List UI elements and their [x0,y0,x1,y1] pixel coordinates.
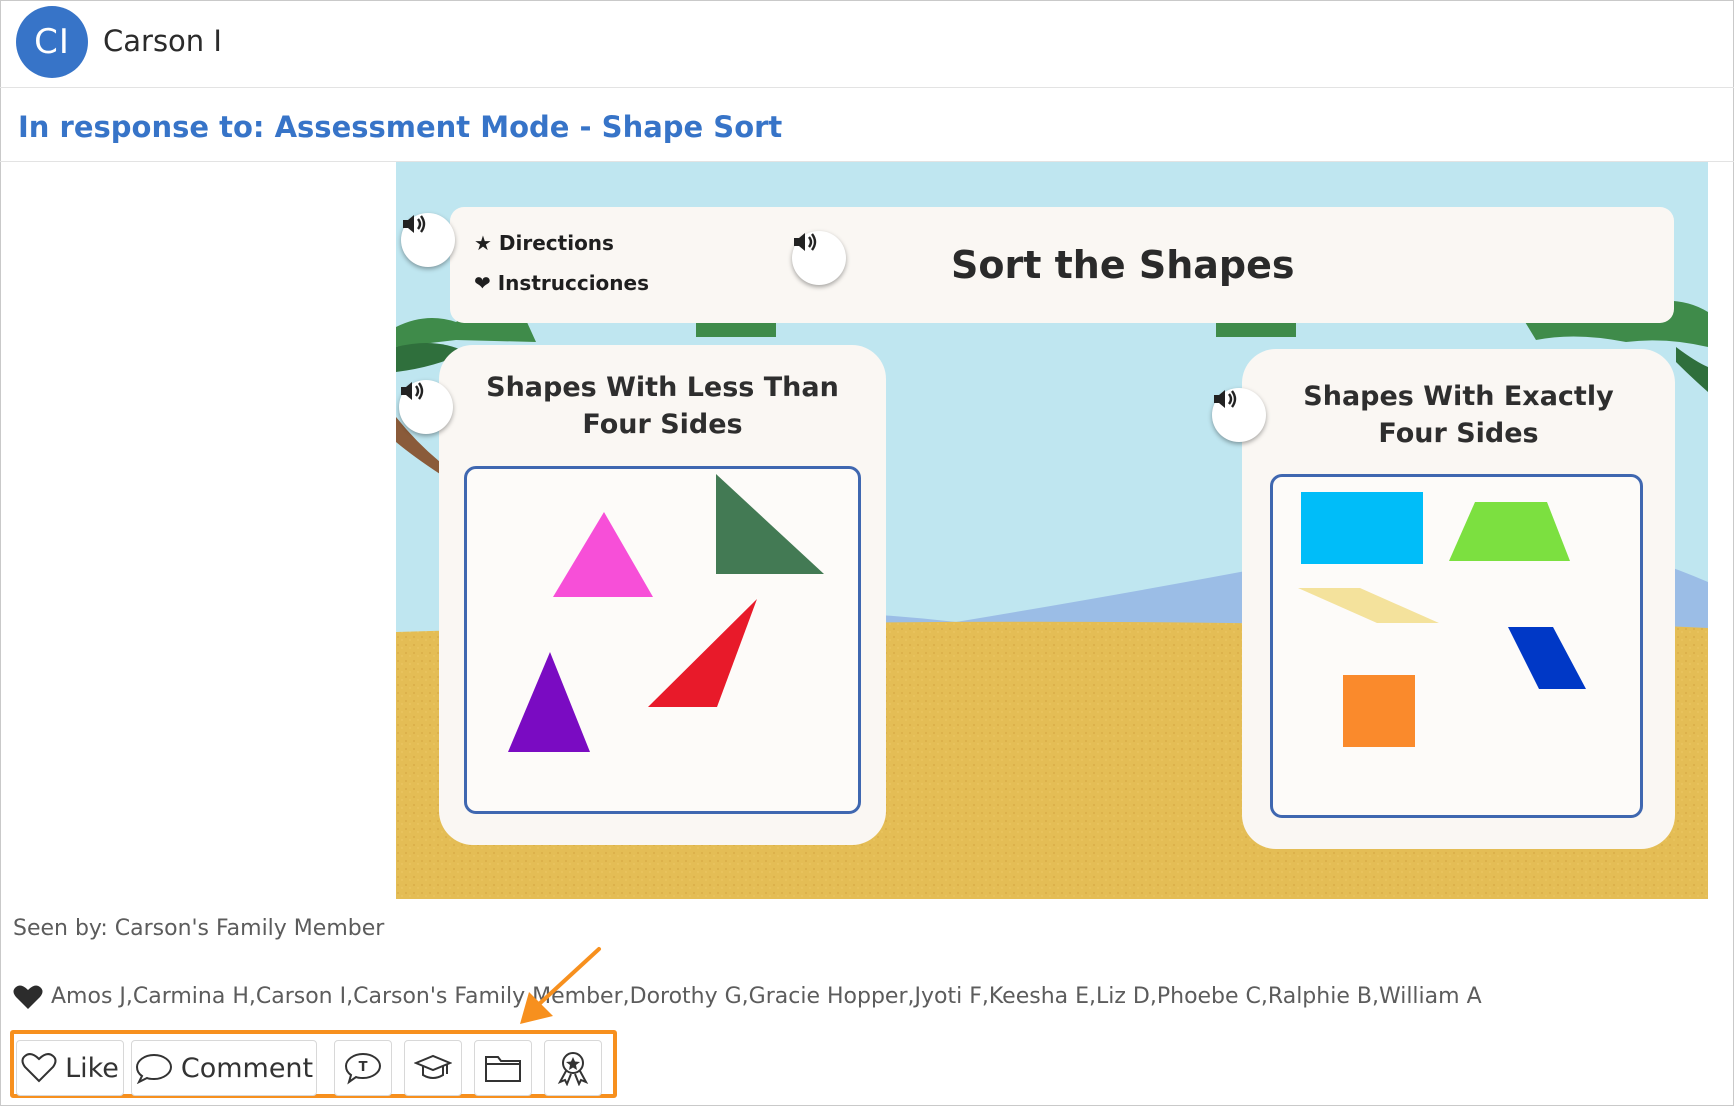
right-shapes [1298,492,1586,747]
author-name[interactable]: Carson I [103,24,222,58]
exactly-four-sides-card: Shapes With Exactly Four Sides [1242,349,1675,849]
award-badge-icon [557,1052,589,1086]
avatar[interactable]: CI [16,6,88,78]
less-than-four-sides-card: Shapes With Less Than Four Sides [439,345,886,845]
svg-text:T: T [359,1060,368,1075]
speaker-icon[interactable] [401,213,455,267]
directions-label[interactable]: ★ Directions [474,231,614,255]
speaker-icon[interactable] [792,231,846,285]
blue-rectangle[interactable] [1301,492,1423,564]
seen-by-text: Seen by: Carson's Family Member [13,916,385,941]
like-label: Like [65,1052,119,1084]
left-drop-zone[interactable] [464,466,861,814]
assignment-link[interactable]: In response to: Assessment Mode - Shape … [18,110,782,144]
folder-icon [485,1056,521,1082]
activity-title: Sort the Shapes [951,243,1295,287]
red-triangle[interactable] [648,599,757,707]
like-button[interactable]: Like [16,1040,124,1096]
green-triangle[interactable] [716,474,824,574]
instructions-label[interactable]: ❤ Instrucciones [474,271,649,295]
comment-button[interactable]: Comment [131,1040,317,1096]
learning-skills-button[interactable] [404,1040,462,1096]
award-button[interactable] [544,1040,602,1096]
post-header: CI Carson I [0,0,1734,88]
title-card: ★ Directions ❤ Instrucciones Sort the Sh… [450,207,1674,323]
response-bar: In response to: Assessment Mode - Shape … [0,90,1734,162]
folder-button[interactable] [474,1040,532,1096]
yellow-parallelogram[interactable] [1298,588,1439,623]
action-toolbar: Like Comment T [10,1030,617,1098]
green-trapezoid[interactable] [1449,502,1570,561]
comment-icon [135,1053,172,1084]
comment-label: Comment [180,1052,314,1084]
speaker-icon[interactable] [1212,388,1266,442]
left-heading: Shapes With Less Than Four Sides [486,372,839,440]
teacher-comment-button[interactable]: T [334,1040,392,1096]
pink-triangle[interactable] [553,512,653,597]
speaker-icon[interactable] [399,380,453,434]
graduation-cap-icon [414,1054,452,1079]
activity-screenshot[interactable]: ★ Directions ❤ Instrucciones Sort the Sh… [396,162,1708,899]
right-drop-zone[interactable] [1270,474,1643,818]
likers-list[interactable]: Amos J,Carmina H,Carson I,Carson's Famil… [51,984,1482,1009]
heart-icon [21,1053,57,1083]
heart-filled-icon [13,985,43,1009]
teacher-comment-icon: T [344,1052,382,1085]
star-icon: ★ [474,231,492,255]
blue-parallelogram[interactable] [1508,627,1586,689]
left-shapes [508,474,824,752]
orange-square[interactable] [1343,675,1415,747]
right-heading: Shapes With Exactly Four Sides [1303,381,1614,449]
annotation-arrow-icon [520,947,601,1024]
heart-small-icon: ❤ [474,271,491,295]
purple-triangle[interactable] [508,652,590,752]
